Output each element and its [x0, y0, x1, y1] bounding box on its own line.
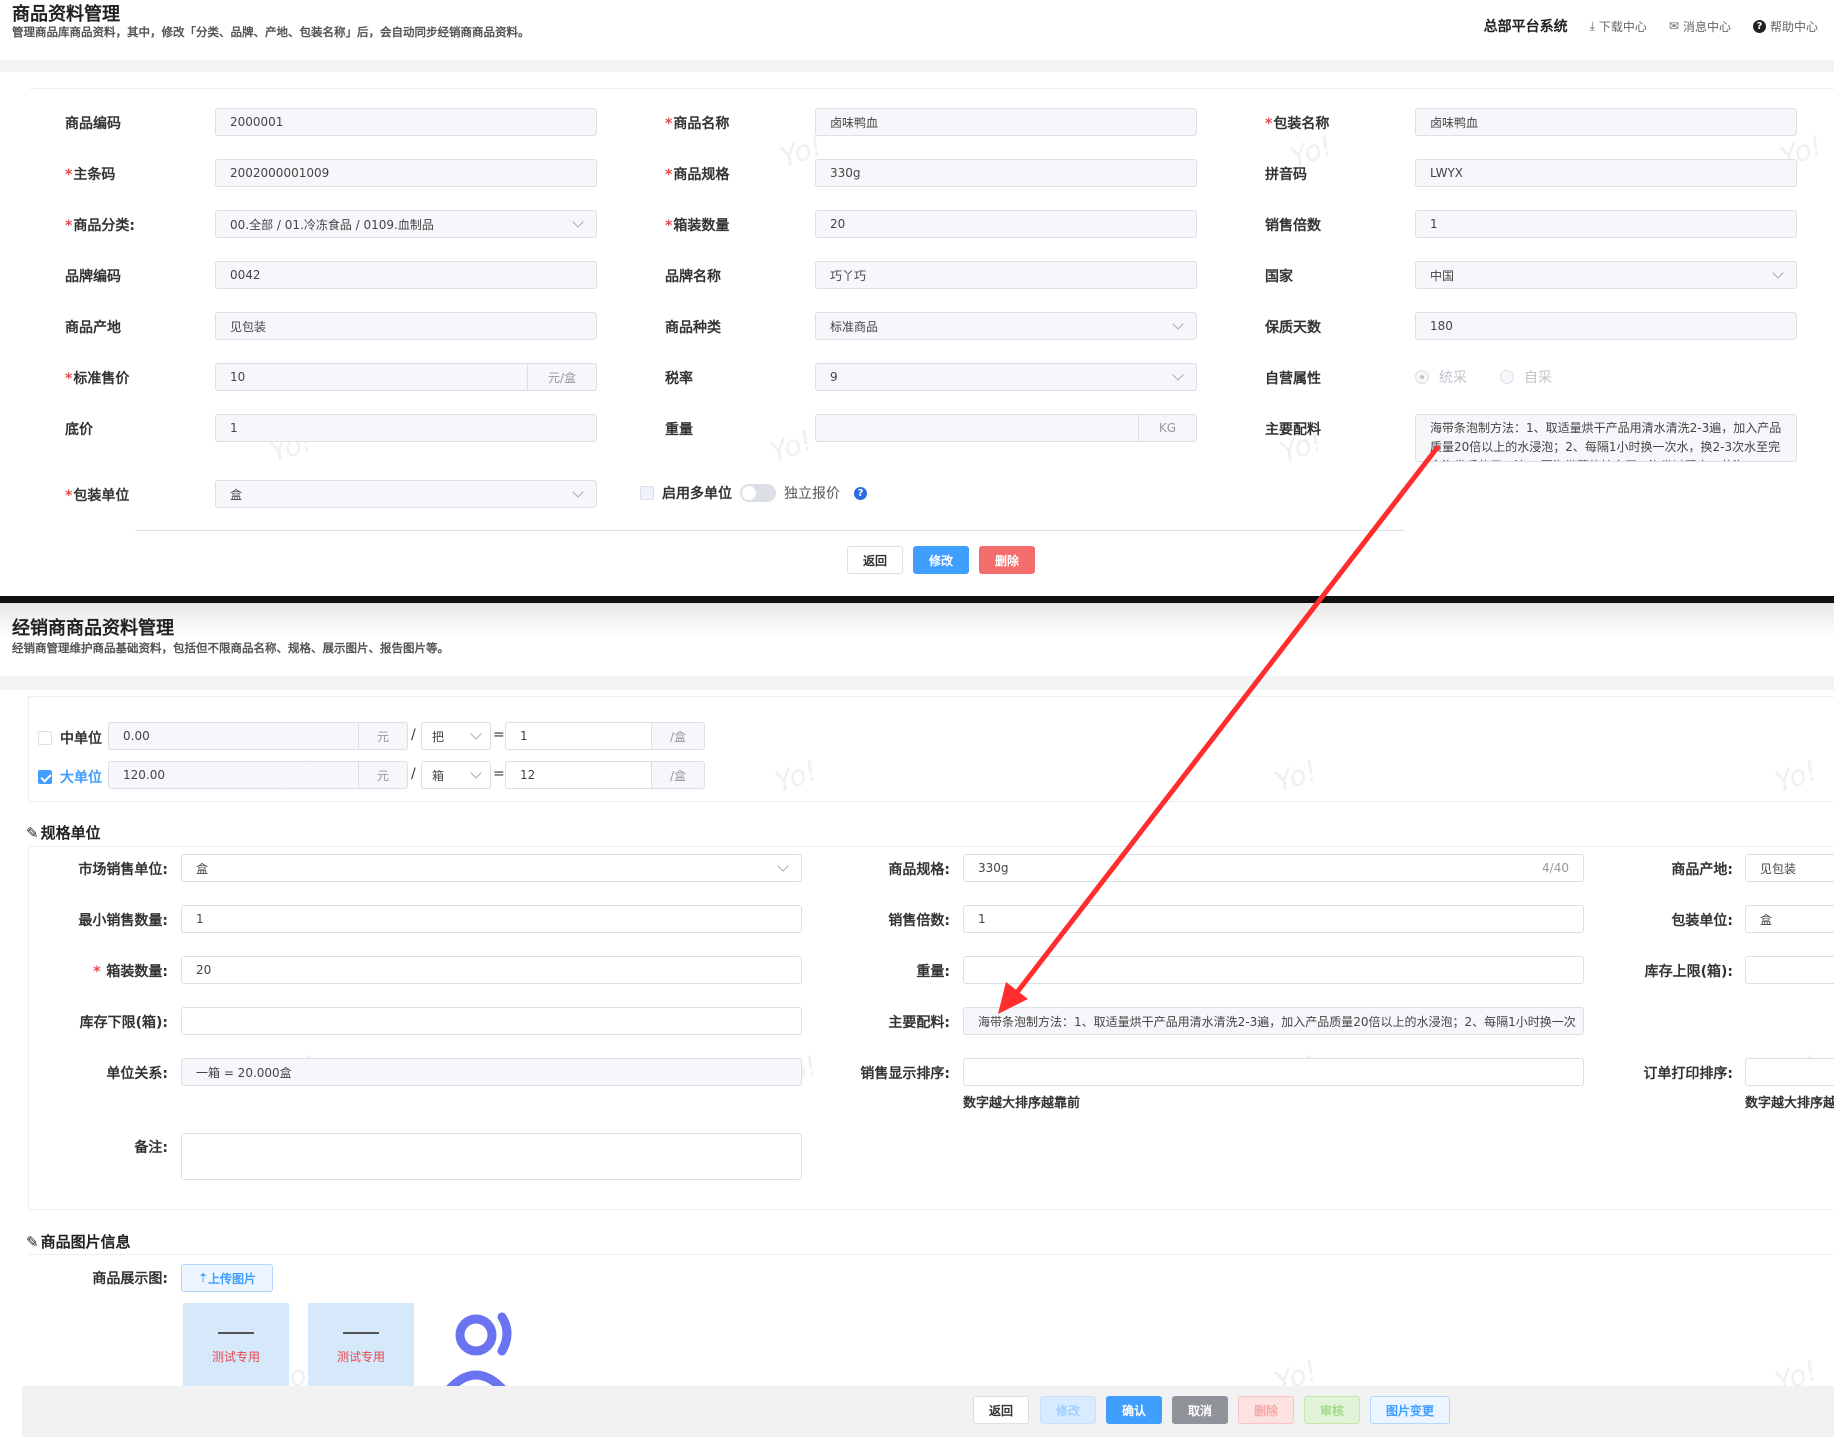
annotation-arrow: [998, 445, 1440, 1014]
